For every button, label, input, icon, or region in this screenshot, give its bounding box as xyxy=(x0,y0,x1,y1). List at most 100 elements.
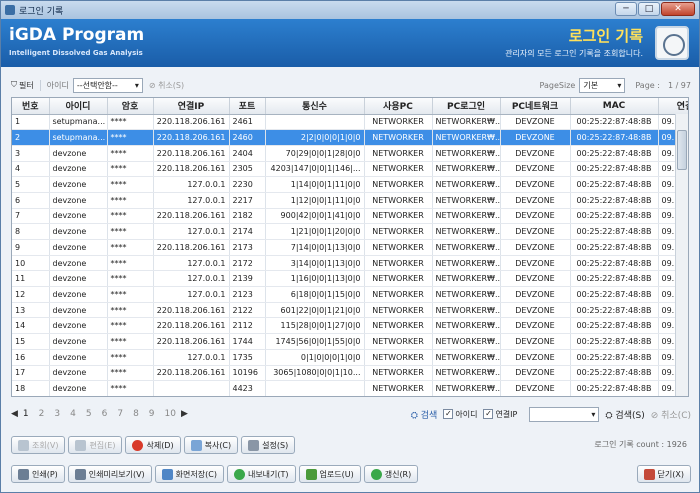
print-preview-button[interactable]: 인쇄미리보기(V) xyxy=(67,465,152,483)
settings-button[interactable]: 설정(S) xyxy=(241,436,296,454)
filter-button[interactable]: ⛉ 필터 xyxy=(11,79,41,91)
maximize-button[interactable]: □ xyxy=(638,2,660,16)
table-cell: DEVZONE xyxy=(500,286,571,303)
export-button[interactable]: 내보내기(T) xyxy=(226,465,296,483)
view-button[interactable]: 조회(V) xyxy=(11,436,66,454)
table-cell: NETWORKER xyxy=(364,223,433,240)
cancel-filter-button[interactable]: ⊘ 취소(S) xyxy=(149,80,184,91)
print-button[interactable]: 인쇄(P) xyxy=(11,465,65,483)
table-row[interactable]: 7 devzone **** 220.118.206.161 2182 900|42|0|… xyxy=(12,208,688,225)
search-toggle[interactable]: ⛭ 검색 xyxy=(411,408,438,421)
next-page-icon[interactable]: ▶ xyxy=(181,409,188,419)
table-row[interactable]: 17 devzone **** 220.118.206.161 10196 3065|10… xyxy=(12,365,688,382)
column-header[interactable]: 번호 xyxy=(12,98,50,115)
search-input[interactable]: ▾ xyxy=(529,406,600,422)
table-cell: **** xyxy=(107,349,154,366)
column-header[interactable]: 아이디 xyxy=(49,98,108,115)
page-link[interactable]: 7 xyxy=(117,409,123,419)
table-cell: 220.118.206.161 xyxy=(153,365,230,382)
column-header[interactable]: PC로그인 xyxy=(432,98,501,115)
table-row[interactable]: 16 devzone **** 127.0.0.1 1735 0|1|0|0|0|1|0|… xyxy=(12,349,688,366)
table-cell: 18 xyxy=(12,380,50,396)
page-link[interactable]: 6 xyxy=(102,409,108,419)
table-row[interactable]: 10 devzone **** 127.0.0.1 2172 3|14|0|0|1|13|… xyxy=(12,255,688,272)
action-bar: 조회(V) 편집(E) 삭제(D) 복사(C) 설정(S) xyxy=(11,435,691,455)
table-cell: 00:25:22:87:48:8B xyxy=(570,286,659,303)
table-cell: 127.0.0.1 xyxy=(153,192,230,209)
table-cell: 7 xyxy=(12,208,50,225)
minimize-button[interactable]: ─ xyxy=(615,2,637,16)
table-cell: NETWORKER₩... xyxy=(432,349,501,366)
column-header[interactable]: 암호 xyxy=(107,98,154,115)
page-link[interactable]: 2 xyxy=(39,409,45,419)
column-header[interactable]: 연결IP xyxy=(153,98,230,115)
table-row[interactable]: 4 devzone **** 220.118.206.161 2305 4203|147|… xyxy=(12,161,688,178)
table-cell: 10 xyxy=(12,255,50,272)
table-row[interactable]: 6 devzone **** 127.0.0.1 2217 1|12|0|0|1|11|0… xyxy=(12,192,688,209)
vertical-scrollbar[interactable] xyxy=(675,114,688,396)
login-history-grid[interactable]: 번호아이디암호연결IP포트통신수사용PCPC로그인PC네트워크MAC연결 1se… xyxy=(11,97,689,397)
cancel-search-button[interactable]: ⊘ 취소(C) xyxy=(651,408,691,421)
table-cell: 2182 xyxy=(229,208,266,225)
delete-button[interactable]: 삭제(D) xyxy=(125,436,181,454)
table-row[interactable]: 18 devzone **** 4423 NETWORKER NETWORKER₩... D… xyxy=(12,380,688,396)
page-link[interactable]: 9 xyxy=(149,409,155,419)
search-button[interactable]: ⛭ 검색(S) xyxy=(605,408,644,421)
table-cell: NETWORKER₩... xyxy=(432,145,501,162)
column-header[interactable]: 사용PC xyxy=(364,98,433,115)
table-cell: 127.0.0.1 xyxy=(153,223,230,240)
close-button[interactable]: 닫기(X) xyxy=(636,465,691,483)
table-row[interactable]: 9 devzone **** 220.118.206.161 2173 7|14|0|0|… xyxy=(12,239,688,256)
column-header[interactable]: MAC xyxy=(570,98,659,115)
table-cell: devzone xyxy=(49,317,108,335)
upload-button[interactable]: 업로드(U) xyxy=(298,465,361,483)
column-header[interactable]: PC네트워크 xyxy=(500,98,571,115)
table-cell: 2173 xyxy=(229,239,266,256)
page-link[interactable]: 8 xyxy=(133,409,139,419)
table-cell: NETWORKER₩... xyxy=(432,286,501,303)
table-cell: 00:25:22:87:48:8B xyxy=(570,333,659,350)
close-window-button[interactable]: ✕ xyxy=(661,2,695,16)
table-cell: devzone xyxy=(49,286,108,303)
table-row[interactable]: 3 devzone **** 220.118.206.161 2404 70|29|0|0… xyxy=(12,145,688,162)
table-row[interactable]: 8 devzone **** 127.0.0.1 2174 1|21|0|0|1|20|0… xyxy=(12,223,688,240)
id-select[interactable]: --선택안함-- ▾ xyxy=(72,77,143,93)
table-cell: DEVZONE xyxy=(500,176,571,193)
page-link[interactable]: 10 xyxy=(165,409,176,419)
table-row[interactable]: 5 devzone **** 127.0.0.1 2230 1|14|0|0|1|11|0… xyxy=(12,176,688,193)
table-cell: devzone xyxy=(49,255,108,272)
column-header[interactable]: 포트 xyxy=(229,98,266,115)
table-cell: devzone xyxy=(49,380,108,396)
table-row[interactable]: 2 setupmana... **** 220.118.206.161 2460 2|2|… xyxy=(12,129,688,146)
prev-page-icon[interactable]: ◀ xyxy=(11,409,18,419)
table-cell: 00:25:22:87:48:8B xyxy=(570,192,659,209)
page-link[interactable]: 1 xyxy=(23,409,29,419)
table-row[interactable]: 15 devzone **** 220.118.206.161 1744 1745|56|… xyxy=(12,333,688,350)
table-row[interactable]: 12 devzone **** 127.0.0.1 2123 6|18|0|0|1|15|… xyxy=(12,286,688,303)
table-cell: 3 xyxy=(12,145,50,162)
edit-button[interactable]: 편집(E) xyxy=(68,436,123,454)
copy-button[interactable]: 복사(C) xyxy=(183,436,239,454)
ip-checkbox[interactable]: ✓ 연결IP xyxy=(483,409,517,420)
table-cell: NETWORKER xyxy=(364,349,433,366)
page-link[interactable]: 4 xyxy=(70,409,76,419)
table-cell: **** xyxy=(107,302,154,319)
pagesize-select[interactable]: 기본 ▾ xyxy=(579,77,626,93)
scroll-thumb[interactable] xyxy=(677,130,687,170)
table-cell: NETWORKER₩... xyxy=(432,176,501,193)
table-row[interactable]: 11 devzone **** 127.0.0.1 2139 1|16|0|0|1|13|… xyxy=(12,270,688,288)
table-row[interactable]: 1 setupmana... **** 220.118.206.161 2461 NETW… xyxy=(12,114,688,131)
table-cell: NETWORKER₩... xyxy=(432,208,501,225)
table-cell: DEVZONE xyxy=(500,239,571,256)
id-checkbox[interactable]: ✓ 아이디 xyxy=(443,409,477,420)
table-row[interactable]: 13 devzone **** 220.118.206.161 2122 601|22|0… xyxy=(12,302,688,319)
page-link[interactable]: 3 xyxy=(54,409,60,419)
chevron-down-icon: ▾ xyxy=(617,80,622,90)
table-cell: 2172 xyxy=(229,255,266,272)
table-row[interactable]: 14 devzone **** 220.118.206.161 2112 115|28|0… xyxy=(12,317,688,335)
page-link[interactable]: 5 xyxy=(86,409,92,419)
column-header[interactable]: 통신수 xyxy=(265,98,365,115)
save-screen-button[interactable]: 화면저장(C) xyxy=(154,465,224,483)
refresh-button[interactable]: 갱신(R) xyxy=(363,465,419,483)
column-header[interactable]: 연결 xyxy=(658,98,688,115)
